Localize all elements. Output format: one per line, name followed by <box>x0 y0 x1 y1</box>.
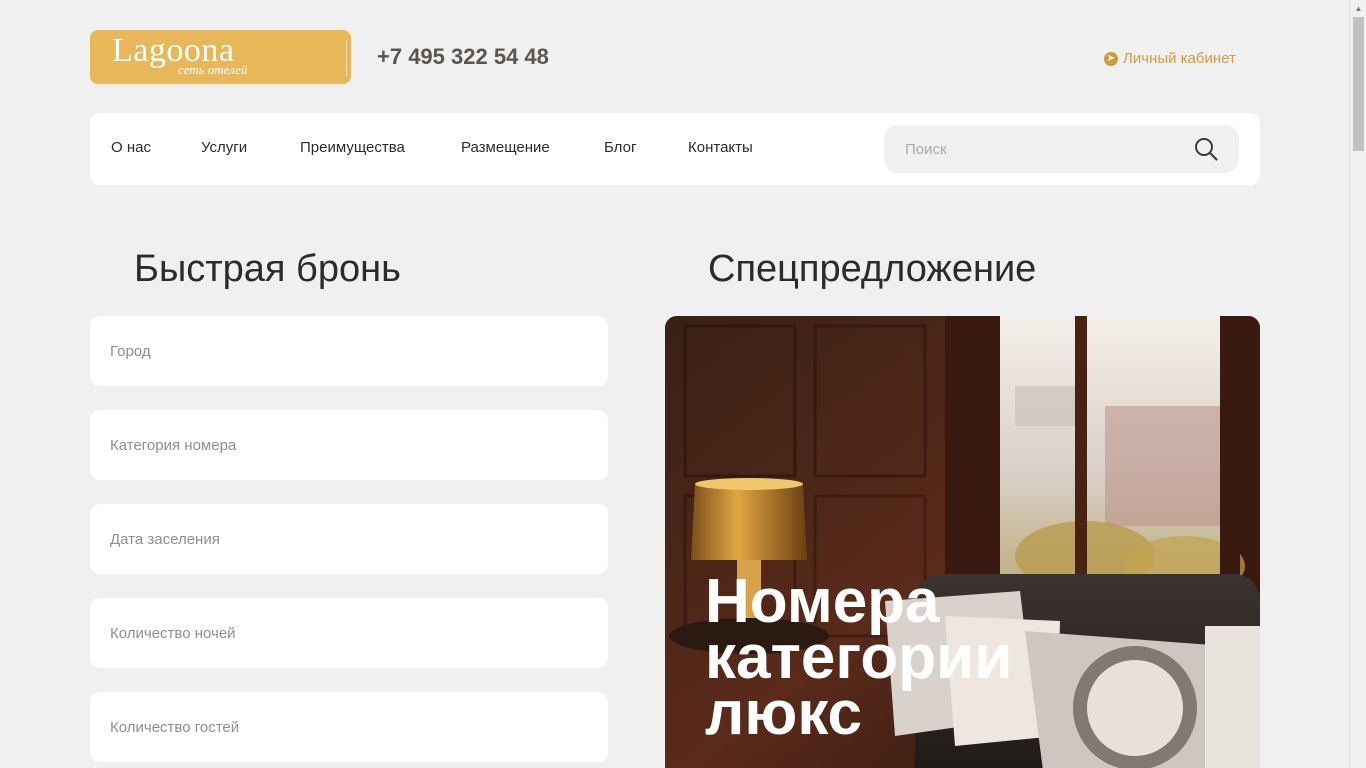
page: Lagoona сеть отелей +7 495 322 54 48 ➤ Л… <box>0 0 1366 768</box>
header-phone[interactable]: +7 495 322 54 48 <box>377 44 549 70</box>
guests-count-field[interactable] <box>90 692 608 762</box>
search-box <box>884 125 1239 173</box>
vertical-scrollbar[interactable]: ▲ <box>1349 0 1366 768</box>
logo-divider <box>346 40 347 76</box>
arrow-circle-icon: ➤ <box>1104 51 1118 66</box>
check-in-date-field[interactable] <box>90 504 608 574</box>
main-nav: О нас Услуги Преимущества Размещение Бло… <box>90 113 1260 185</box>
nav-item-blog[interactable]: Блог <box>604 139 636 156</box>
offer-card-line-1: Номера <box>705 567 940 636</box>
room-category-field[interactable] <box>90 410 608 480</box>
offer-card[interactable]: Номера категории люкс <box>665 316 1260 768</box>
search-input[interactable] <box>884 125 1184 173</box>
logo[interactable]: Lagoona сеть отелей <box>90 30 351 84</box>
booking-title: Быстрая бронь <box>134 248 401 290</box>
nav-item-about[interactable]: О нас <box>111 139 151 156</box>
nav-item-advantages[interactable]: Преимущества <box>300 139 405 156</box>
account-link[interactable]: ➤ Личный кабинет <box>1104 50 1236 67</box>
offer-title: Спецпредложение <box>708 248 1037 290</box>
nights-count-field[interactable] <box>90 598 608 668</box>
nav-item-services[interactable]: Услуги <box>201 139 247 156</box>
offer-card-line-2: категории <box>705 623 1013 692</box>
nav-item-contacts[interactable]: Контакты <box>688 139 753 156</box>
offer-card-title: Номера категории люкс <box>705 567 1225 748</box>
logo-tagline: сеть отелей <box>178 62 248 77</box>
scroll-up-arrow-icon[interactable]: ▲ <box>1350 0 1366 17</box>
account-label: Личный кабинет <box>1123 50 1236 67</box>
scrollbar-thumb[interactable] <box>1353 17 1364 151</box>
search-icon[interactable] <box>1194 137 1218 161</box>
offer-card-line-3: люкс <box>705 679 863 748</box>
city-field[interactable] <box>90 316 608 386</box>
nav-item-accommodation[interactable]: Размещение <box>461 139 550 156</box>
